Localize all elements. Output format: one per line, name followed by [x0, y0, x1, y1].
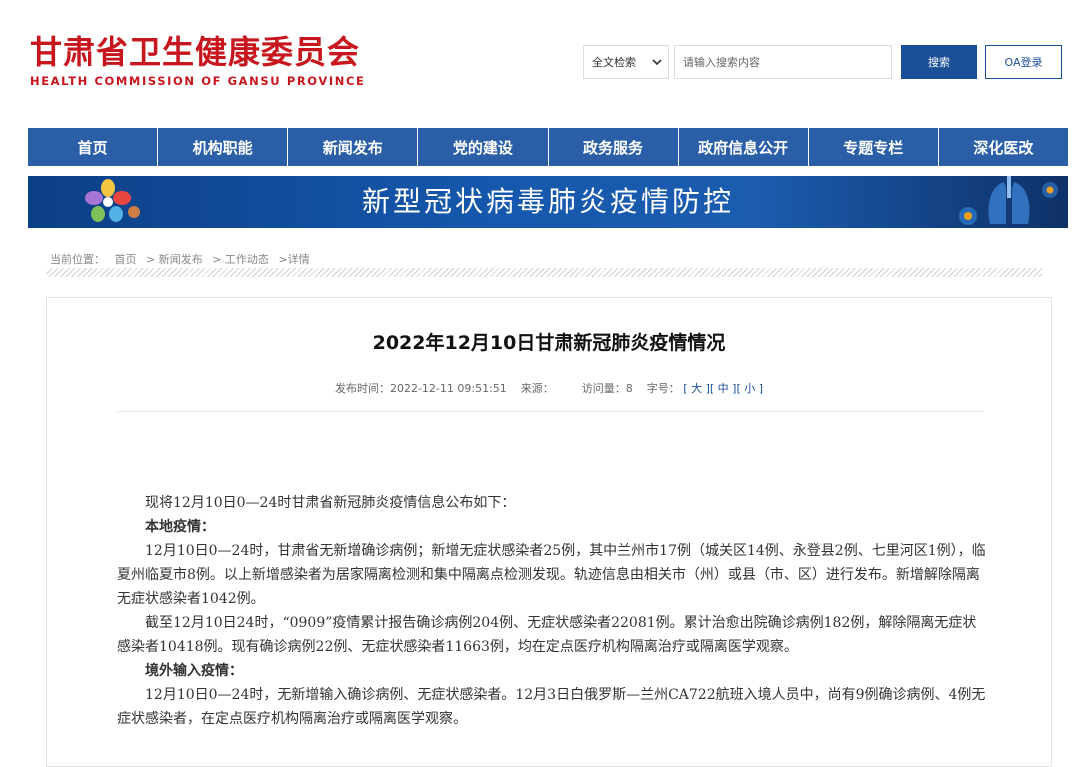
search-input[interactable]: 请输入搜索内容 [674, 45, 892, 79]
article-panel: 2022年12月10日甘肃新冠肺炎疫情情况 发布时间：2022-12-11 09… [46, 297, 1052, 767]
font-size-large-button[interactable]: [ 大 ] [683, 382, 710, 395]
main-nav: 首页 机构职能 新闻发布 党的建设 政务服务 政府信息公开 专题专栏 深化医改 [28, 128, 1068, 166]
source-label: 来源： [520, 382, 554, 395]
oa-login-button[interactable]: OA登录 [985, 45, 1062, 79]
font-size-small-button[interactable]: [ 小 ] [736, 382, 763, 395]
article-body: 现将12月10日0—24时甘肃省新冠肺炎疫情信息公布如下： 本地疫情： 12月1… [117, 491, 987, 731]
lungs-virus-icon [959, 176, 1058, 225]
cumulative-paragraph: 截至12月10日24时，“0909”疫情累计报告确诊病例204例、无症状感染者2… [117, 615, 977, 655]
nav-item-home[interactable]: 首页 [28, 128, 159, 166]
nav-item-special[interactable]: 专题专栏 [809, 128, 939, 166]
nav-item-info-disclosure[interactable]: 政府信息公开 [679, 128, 809, 166]
nav-item-reform[interactable]: 深化医改 [939, 128, 1068, 166]
breadcrumb-news[interactable]: > 新闻发布 [146, 253, 203, 266]
font-size-medium-button[interactable]: [ 中 ] [710, 382, 737, 395]
chevron-down-icon [652, 59, 662, 66]
search-scope-select[interactable]: 全文检索 [583, 45, 669, 79]
article-title: 2022年12月10日甘肃新冠肺炎疫情情况 [372, 332, 726, 354]
site-logo[interactable]: 甘肃省卫生健康委员会 HEALTH COMMISSION OF GANSU PR… [30, 34, 365, 88]
views-label: 访问量： [581, 382, 626, 395]
logo-english-title: HEALTH COMMISSION OF GANSU PROVINCE [30, 74, 366, 88]
search-button[interactable]: 搜索 [901, 45, 977, 79]
covid-prevention-banner[interactable]: 新型冠状病毒肺炎疫情防控 [28, 176, 1068, 228]
views-count: 8 [625, 382, 633, 395]
breadcrumb-label: 当前位置： [50, 253, 105, 266]
nav-item-party[interactable]: 党的建设 [418, 128, 549, 166]
local-epidemic-paragraph: 12月10日0—24时，甘肃省无新增确诊病例；新增无症状感染者25例，其中兰州市… [117, 543, 986, 607]
title-divider [117, 411, 983, 412]
nav-item-functions[interactable]: 机构职能 [158, 128, 289, 166]
publish-time-label: 发布时间： [334, 382, 390, 395]
nav-item-news[interactable]: 新闻发布 [288, 128, 419, 166]
intro-paragraph: 现将12月10日0—24时甘肃省新冠肺炎疫情信息公布如下： [145, 495, 516, 511]
imported-epidemic-heading: 境外输入疫情： [145, 663, 243, 679]
imported-epidemic-paragraph: 12月10日0—24时，无新增输入确诊病例、无症状感染者。12月3日白俄罗斯—兰… [117, 687, 986, 727]
breadcrumb: 当前位置： 首页 > 新闻发布 > 工作动态 >详情 [50, 251, 316, 267]
logo-chinese-title: 甘肃省卫生健康委员会 [30, 33, 361, 71]
local-epidemic-heading: 本地疫情： [145, 519, 215, 535]
publish-time: 2022-12-11 09:51:51 [389, 382, 507, 395]
font-size-label: 字号： [646, 382, 680, 395]
search-scope-value: 全文检索 [592, 56, 636, 69]
breadcrumb-work-updates[interactable]: > 工作动态 [212, 253, 269, 266]
nav-item-services[interactable]: 政务服务 [549, 128, 679, 166]
search-placeholder: 请输入搜索内容 [683, 56, 760, 69]
breadcrumb-current: >详情 [278, 253, 310, 266]
banner-title: 新型冠状病毒肺炎疫情防控 [361, 185, 734, 218]
breadcrumb-home[interactable]: 首页 [115, 253, 137, 266]
hatched-divider [46, 268, 1042, 277]
article-meta: 发布时间：2022-12-11 09:51:51 来源： 访问量：8 字号： [ 大 … [47, 380, 1051, 396]
